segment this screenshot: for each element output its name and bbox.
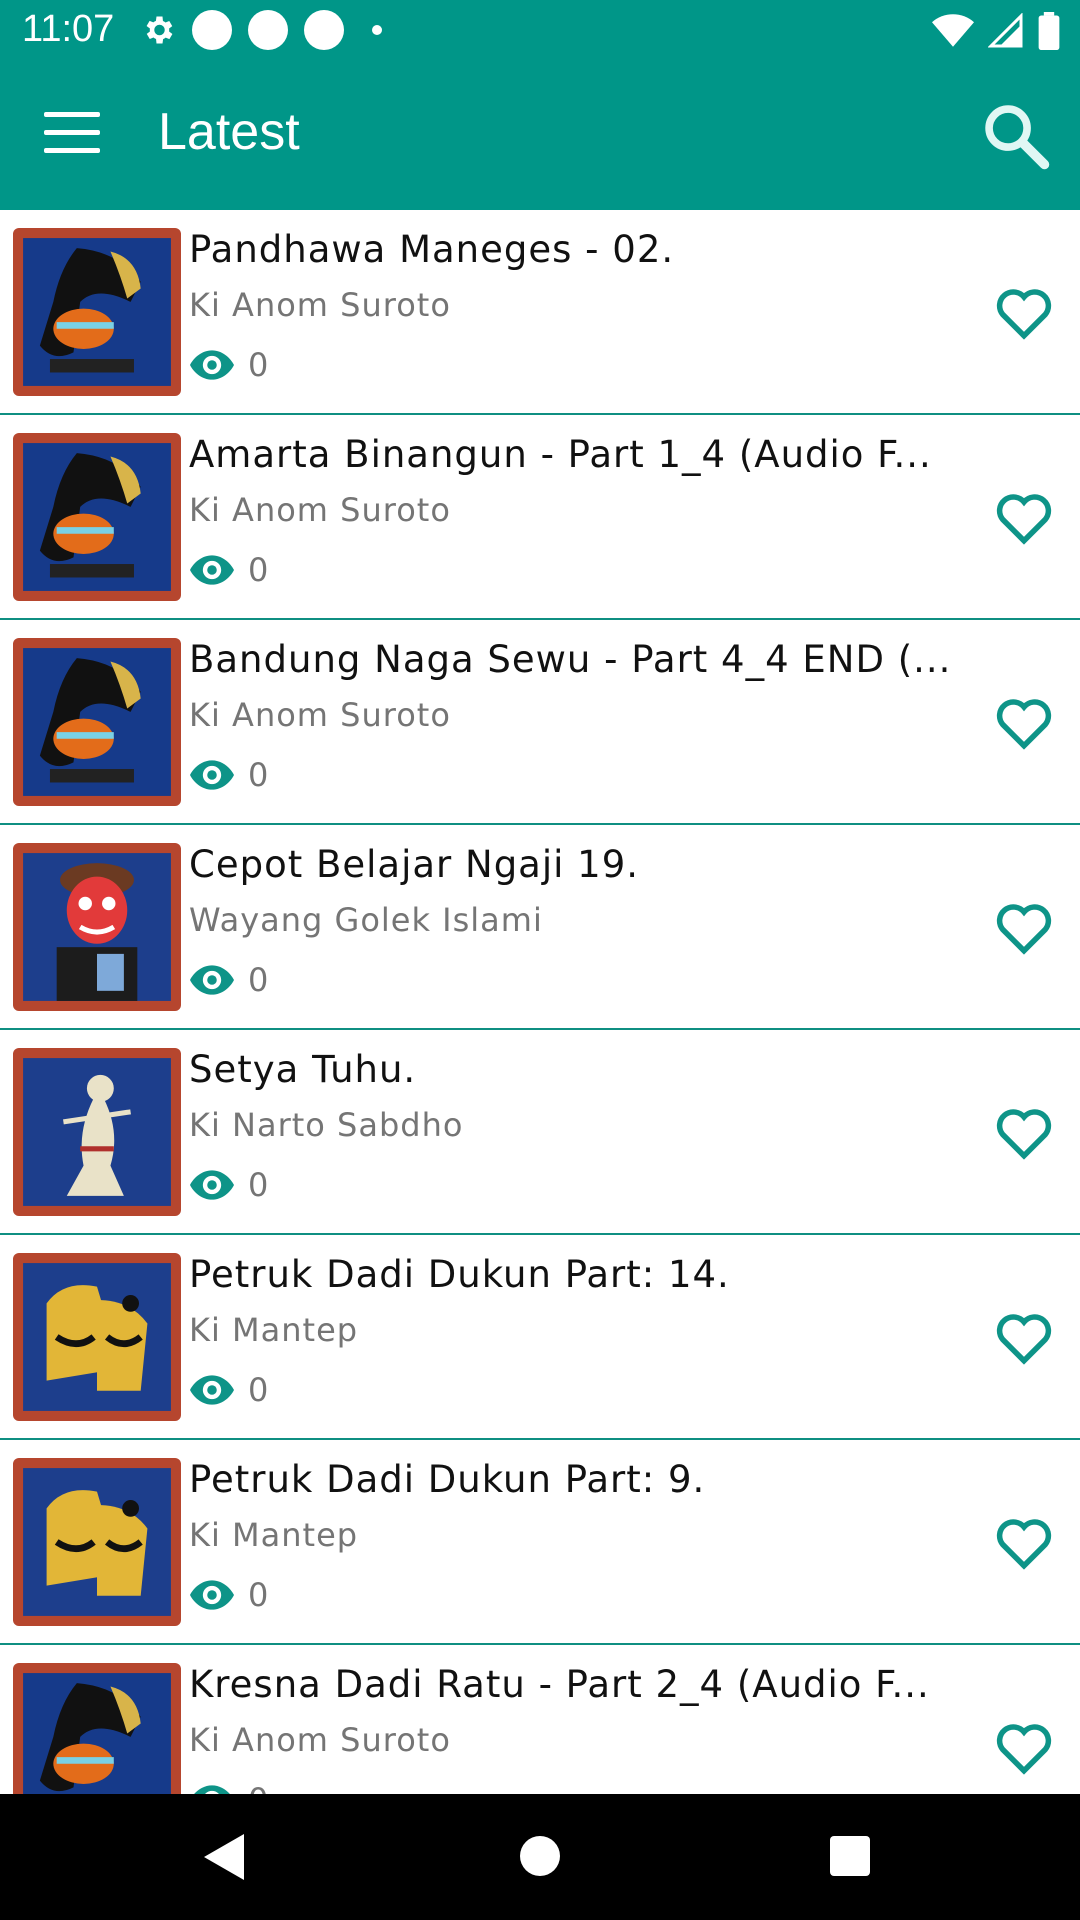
battery-icon <box>1038 12 1060 50</box>
status-system-icons <box>932 12 1060 50</box>
album-thumbnail <box>13 228 181 396</box>
search-icon[interactable] <box>978 98 1054 174</box>
list-item[interactable]: Cepot Belajar Ngaji 19. Wayang Golek Isl… <box>0 825 1080 1030</box>
list-item[interactable]: Amarta Binangun - Part 1_4 (Audio F... K… <box>0 415 1080 620</box>
track-title: Cepot Belajar Ngaji 19. <box>189 843 640 886</box>
notification-dot-icon <box>192 10 232 50</box>
favorite-heart-icon[interactable] <box>994 489 1054 545</box>
eye-icon <box>190 965 234 995</box>
eye-icon <box>190 555 234 585</box>
favorite-heart-icon[interactable] <box>994 284 1054 340</box>
view-count: 0 <box>190 1371 268 1409</box>
view-count-value: 0 <box>248 1166 269 1204</box>
app-bar: Latest <box>0 62 1080 210</box>
track-artist: Ki Narto Sabdho <box>189 1106 464 1144</box>
track-artist: Ki Anom Suroto <box>189 1721 451 1759</box>
album-thumbnail <box>13 1458 181 1626</box>
favorite-heart-icon[interactable] <box>994 1719 1054 1775</box>
view-count-value: 0 <box>248 1576 269 1614</box>
list-item[interactable]: Setya Tuhu. Ki Narto Sabdho 0 <box>0 1030 1080 1235</box>
favorite-heart-icon[interactable] <box>994 1104 1054 1160</box>
view-count-value: 0 <box>248 1781 268 1794</box>
track-artist: Ki Mantep <box>189 1516 359 1554</box>
page-title: Latest <box>158 103 300 161</box>
track-artist: Wayang Golek Islami <box>189 901 543 939</box>
wifi-icon <box>932 14 974 47</box>
status-bar: 11:07 <box>0 0 1080 62</box>
eye-icon <box>190 1375 234 1405</box>
list-item[interactable]: Kresna Dadi Ratu - Part 2_4 (Audio F... … <box>0 1645 1080 1794</box>
view-count: 0 <box>190 756 268 794</box>
track-list[interactable]: Pandhawa Maneges - 02. Ki Anom Suroto 0 … <box>0 210 1080 1794</box>
track-title: Bandung Naga Sewu - Part 4_4 END (... <box>189 638 952 681</box>
view-count: 0 <box>190 1576 268 1614</box>
view-count-value: 0 <box>248 1371 269 1409</box>
track-artist: Ki Anom Suroto <box>189 491 451 529</box>
navigation-bar <box>0 1794 1080 1920</box>
list-item[interactable]: Bandung Naga Sewu - Part 4_4 END (... Ki… <box>0 620 1080 825</box>
track-title: Amarta Binangun - Part 1_4 (Audio F... <box>189 433 932 476</box>
album-thumbnail <box>13 1663 181 1794</box>
back-icon[interactable] <box>200 1832 246 1882</box>
more-notifications-icon <box>372 25 382 35</box>
track-artist: Ki Anom Suroto <box>189 696 451 734</box>
track-title: Pandhawa Maneges - 02. <box>189 228 675 271</box>
track-artist: Ki Anom Suroto <box>189 286 451 324</box>
view-count-value: 0 <box>248 346 269 384</box>
view-count-value: 0 <box>248 756 269 794</box>
view-count: 0 <box>190 551 268 589</box>
eye-icon <box>190 760 234 790</box>
view-count: 0 <box>190 1166 268 1204</box>
list-item[interactable]: Pandhawa Maneges - 02. Ki Anom Suroto 0 <box>0 210 1080 415</box>
eye-icon <box>190 350 234 380</box>
album-thumbnail <box>13 638 181 806</box>
view-count-value: 0 <box>248 551 269 589</box>
eye-icon <box>190 1170 234 1200</box>
album-thumbnail <box>13 1253 181 1421</box>
view-count: 0 <box>190 346 268 384</box>
view-count: 0 <box>190 961 268 999</box>
list-item[interactable]: Petruk Dadi Dukun Part: 9. Ki Mantep 0 <box>0 1440 1080 1645</box>
menu-icon[interactable] <box>44 112 100 160</box>
track-title: Petruk Dadi Dukun Part: 9. <box>189 1458 706 1501</box>
status-notifications <box>140 10 382 50</box>
status-time: 11:07 <box>22 8 115 50</box>
album-thumbnail <box>13 433 181 601</box>
favorite-heart-icon[interactable] <box>994 694 1054 750</box>
track-artist: Ki Mantep <box>189 1311 359 1349</box>
eye-icon <box>194 1785 230 1794</box>
signal-icon <box>988 13 1023 48</box>
notification-dot-icon <box>248 10 288 50</box>
notification-dot-icon <box>304 10 344 50</box>
view-count-value: 0 <box>248 961 269 999</box>
track-title: Kresna Dadi Ratu - Part 2_4 (Audio F... <box>189 1663 930 1706</box>
settings-icon <box>146 16 173 44</box>
list-item[interactable]: Petruk Dadi Dukun Part: 14. Ki Mantep 0 <box>0 1235 1080 1440</box>
album-thumbnail <box>13 843 181 1011</box>
eye-icon <box>190 1580 234 1610</box>
album-thumbnail <box>13 1048 181 1216</box>
home-icon[interactable] <box>520 1836 560 1876</box>
favorite-heart-icon[interactable] <box>994 1309 1054 1365</box>
track-title: Petruk Dadi Dukun Part: 14. <box>189 1253 730 1296</box>
track-title: Setya Tuhu. <box>189 1048 417 1091</box>
recent-apps-icon[interactable] <box>830 1836 870 1876</box>
favorite-heart-icon[interactable] <box>994 899 1054 955</box>
favorite-heart-icon[interactable] <box>994 1514 1054 1570</box>
view-count: 0 <box>190 1781 268 1794</box>
